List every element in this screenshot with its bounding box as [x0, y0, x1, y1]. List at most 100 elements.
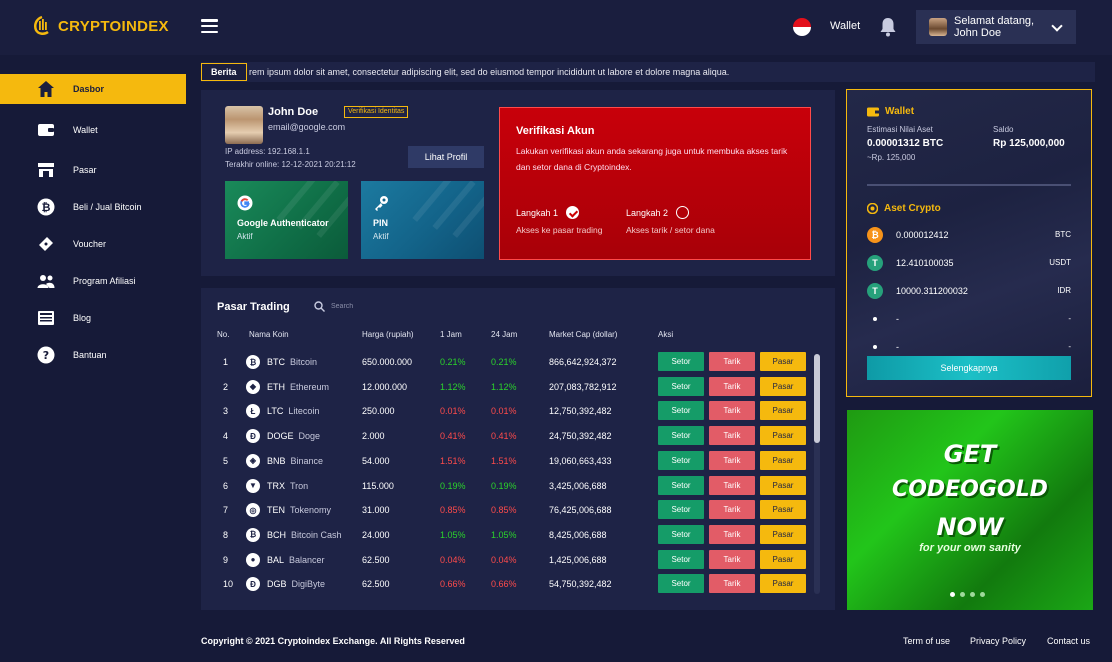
news-text[interactable]: rem ipsum dolor sit amet, consectetur ad…	[249, 67, 729, 77]
menu-toggle-icon[interactable]	[201, 19, 218, 33]
sidebar-item-blog[interactable]: Blog	[0, 303, 186, 333]
news-badge[interactable]: Berita	[201, 63, 247, 81]
search-input[interactable]	[331, 303, 391, 310]
view-profile-button[interactable]: Lihat Profil	[408, 146, 484, 168]
carousel-dot[interactable]	[980, 592, 985, 597]
sidebar-item-voucher[interactable]: Voucher	[0, 229, 186, 259]
verify-identity-badge[interactable]: Verifikasi Identitas	[344, 106, 409, 118]
tarik-button[interactable]: Tarik	[709, 450, 755, 470]
sidebar-item-label: Blog	[73, 313, 92, 323]
tarik-button[interactable]: Tarik	[709, 500, 755, 520]
setor-button[interactable]: Setor	[658, 450, 704, 470]
coin-fullname: Doge	[298, 431, 321, 442]
coin-name: DGB DigiByte	[267, 579, 325, 589]
account-verification-card: Verifikasi Akun Lakukan verifikasi akun …	[499, 107, 811, 260]
setor-button[interactable]: Setor	[658, 524, 704, 544]
step-2[interactable]: Langkah 2	[626, 206, 690, 219]
pasar-button[interactable]: Pasar	[760, 352, 806, 371]
promo-banner[interactable]: GET CODEOGOLD NOW for your own sanity	[847, 410, 1093, 610]
tarik-button[interactable]: Tarik	[709, 352, 755, 371]
carousel-dot[interactable]	[970, 592, 975, 597]
setor-button[interactable]: Setor	[658, 426, 704, 446]
tarik-button[interactable]: Tarik	[709, 524, 755, 544]
bch-coin-icon: ₿	[246, 527, 260, 542]
tarik-button[interactable]: Tarik	[709, 376, 755, 396]
pasar-button[interactable]: Pasar	[760, 524, 806, 544]
pasar-button[interactable]: Pasar	[760, 549, 806, 569]
pasar-button[interactable]: Pasar	[760, 426, 806, 446]
coin-name: TRX Tron	[267, 481, 308, 491]
terms-link[interactable]: Term of use	[903, 636, 950, 646]
coin-name: BAL Balancer	[267, 555, 325, 565]
sidebar-item-label: Program Afiliasi	[73, 276, 136, 286]
language-flag-icon[interactable]	[793, 18, 811, 36]
step-2-label: Langkah 2	[626, 207, 669, 218]
tarik-button[interactable]: Tarik	[709, 574, 755, 594]
tarik-button[interactable]: Tarik	[709, 475, 755, 495]
user-menu[interactable]: Selamat datang, John Doe	[916, 10, 1076, 44]
logo-text: CRYPTOINDEX	[58, 17, 169, 35]
sidebar-item-pasar[interactable]: Pasar	[0, 155, 186, 185]
setor-button[interactable]: Setor	[658, 475, 704, 495]
asset-row[interactable]: --	[867, 310, 1071, 328]
table-scrollbar[interactable]	[814, 354, 820, 594]
table-row: 4 Ð DOGE Doge 2.000 0.41% 0.41% 24,750,392,482 S…	[201, 424, 821, 448]
pin-status: Aktif	[373, 232, 389, 241]
pasar-button[interactable]: Pasar	[760, 500, 806, 520]
setor-button[interactable]: Setor	[658, 401, 704, 421]
google-icon	[237, 195, 253, 211]
tarik-button[interactable]: Tarik	[709, 401, 755, 421]
sidebar-item-bantuan[interactable]: ? Bantuan	[0, 340, 186, 370]
ga-status: Aktif	[237, 232, 253, 241]
setor-button[interactable]: Setor	[658, 549, 704, 569]
change-24h: 1.51%	[491, 455, 517, 466]
tarik-button[interactable]: Tarik	[709, 426, 755, 446]
coin-symbol: DGB	[267, 579, 287, 590]
col-header-1h: 1 Jam	[440, 330, 462, 339]
privacy-link[interactable]: Privacy Policy	[970, 636, 1026, 646]
scrollbar-thumb[interactable]	[814, 354, 820, 443]
promo-line-1: GET	[943, 440, 997, 468]
coin-fullname: Litecoin	[288, 406, 320, 417]
carousel-dot[interactable]	[960, 592, 965, 597]
pasar-button[interactable]: Pasar	[760, 401, 806, 421]
asset-row[interactable]: ₿ 0.000012412 BTC	[867, 226, 1071, 244]
setor-button[interactable]: Setor	[658, 500, 704, 520]
pasar-button[interactable]: Pasar	[760, 450, 806, 470]
see-more-button[interactable]: Selengkapnya	[867, 356, 1071, 380]
asset-row[interactable]: --	[867, 338, 1071, 356]
carousel-dot[interactable]	[950, 592, 955, 597]
sidebar-item-afiliasi[interactable]: Program Afiliasi	[0, 266, 186, 296]
pin-card[interactable]: PIN Aktif	[361, 181, 484, 259]
coin-name: LTC Litecoin	[267, 406, 319, 416]
step-1[interactable]: Langkah 1	[516, 206, 580, 219]
tarik-button[interactable]: Tarik	[709, 549, 755, 569]
pasar-button[interactable]: Pasar	[760, 376, 806, 396]
carousel-dots	[950, 592, 985, 597]
svg-text:?: ?	[43, 349, 49, 362]
trx-coin-icon: ▼	[246, 478, 260, 493]
contact-link[interactable]: Contact us	[1047, 636, 1090, 646]
change-24h: 1.05%	[491, 529, 517, 540]
logo[interactable]: CRYPTOINDEX	[32, 15, 169, 37]
setor-button[interactable]: Setor	[658, 352, 704, 371]
asset-row[interactable]: T 10000.311200032 IDR	[867, 282, 1071, 300]
market-cap: 3,425,006,688	[549, 480, 607, 491]
sidebar-item-dasbor[interactable]: Dasbor	[0, 74, 186, 104]
table-row: 5 ◈ BNB Binance 54.000 1.51% 1.51% 19,060,663,4…	[201, 449, 821, 473]
setor-button[interactable]: Setor	[658, 376, 704, 396]
asset-row[interactable]: T 12.410100035 USDT	[867, 254, 1071, 272]
profile-ip: IP address: 192.168.1.1	[225, 147, 310, 156]
sidebar-item-wallet[interactable]: Wallet	[0, 115, 186, 145]
wallet-icon	[38, 124, 54, 136]
market-cap: 54,750,392,482	[549, 579, 612, 590]
table-row: 7 ◎ TEN Tokenomy 31.000 0.85% 0.85% 76,425,006,…	[201, 498, 821, 522]
setor-button[interactable]: Setor	[658, 574, 704, 594]
pasar-button[interactable]: Pasar	[760, 475, 806, 495]
sidebar-item-beli-jual[interactable]: ₿ Beli / Jual Bitcoin	[0, 192, 186, 222]
notification-bell-icon[interactable]	[879, 17, 897, 37]
market-search[interactable]	[314, 301, 391, 312]
header-wallet-link[interactable]: Wallet	[830, 20, 860, 32]
google-authenticator-card[interactable]: Google Authenticator Aktif	[225, 181, 348, 259]
pasar-button[interactable]: Pasar	[760, 574, 806, 594]
